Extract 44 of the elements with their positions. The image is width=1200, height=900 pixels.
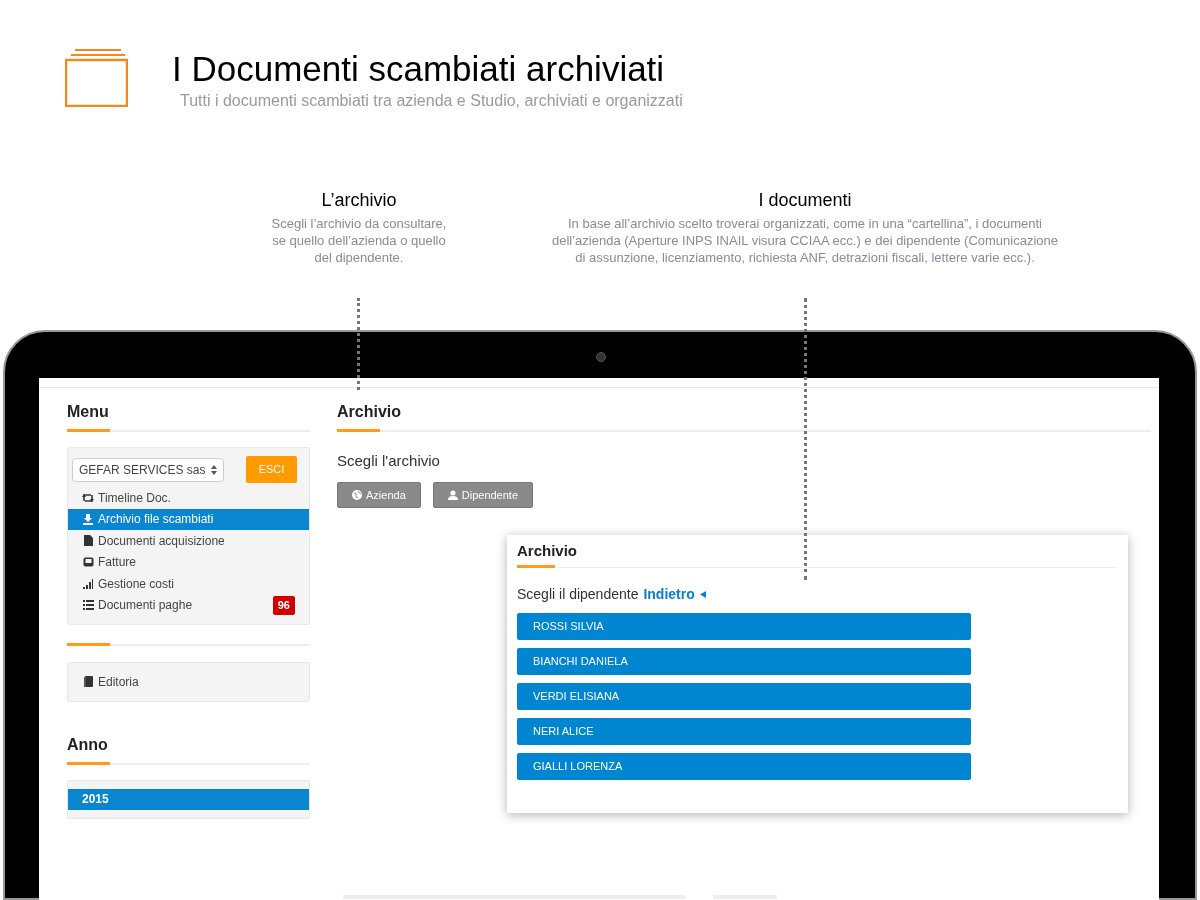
menu-item[interactable]: Fatture <box>68 551 309 573</box>
globe-icon <box>352 490 362 500</box>
section-title: Archivio <box>517 541 578 561</box>
count-badge: 96 <box>272 595 295 615</box>
employee-button[interactable]: ROSSI SILVIA <box>517 613 971 640</box>
menu-item[interactable]: Documenti paghe 96 <box>68 594 309 616</box>
section-title: Archivio <box>337 402 402 422</box>
section-title: Anno <box>67 734 109 755</box>
book-icon <box>82 675 94 688</box>
callout-text: In base all’archivio scelto troverai organizzati, come in una “cartellina”, i documenti dell’azienda (Aperture INPS INAIL visura CCIAA ecc.) e dei dipendente (Comunicazione di assunzione, licenziamento, richiesta ANF, detrazioni fiscali, lettere varie ecc.). <box>550 215 1060 266</box>
callout-title: L’archivio <box>321 189 397 212</box>
page-subtitle: Tutti i documenti scambiati tra azienda e Studio, archiviati e organizzati <box>180 91 683 111</box>
year-item[interactable]: 2015 <box>68 788 309 810</box>
page-title: I Documenti scambiati archiviati <box>172 48 666 90</box>
employee-button[interactable]: GIALLI LORENZA <box>517 753 971 780</box>
menu-item[interactable]: Gestione costi <box>68 573 309 595</box>
menu-item[interactable]: Archivio file scambiati <box>68 508 309 530</box>
callout-text: Scegli l’archivio da consultare, se quello dell’azienda o quello del dipendente. <box>270 215 448 266</box>
download-icon <box>82 513 94 526</box>
archive-button[interactable]: Dipendente <box>432 482 534 508</box>
prompt-text: Scegli il dipendente <box>517 585 639 603</box>
dropdown-caret-icon <box>211 464 217 475</box>
user-icon <box>447 490 458 500</box>
section-title: Menu <box>67 402 110 422</box>
camera-icon <box>596 352 606 362</box>
archive-button[interactable]: Azienda <box>337 482 421 508</box>
menu-item[interactable]: Documenti acquisizione <box>68 530 309 552</box>
menu-item[interactable]: Editoria <box>68 671 309 693</box>
triangle-left-icon <box>699 590 706 598</box>
repeat-icon <box>82 491 94 504</box>
inbox-icon <box>82 556 94 569</box>
logout-button[interactable]: ESCI <box>246 456 297 483</box>
list-icon <box>82 599 94 612</box>
back-link[interactable]: Indietro <box>643 585 706 603</box>
file-icon <box>82 534 94 547</box>
folder-icon <box>65 49 128 107</box>
employee-button[interactable]: VERDI ELISIANA <box>517 683 971 710</box>
prompt-text: Scegli l'archivio <box>337 451 441 471</box>
company-select[interactable]: GEFAR SERVICES sas <box>72 457 224 482</box>
employee-button[interactable]: BIANCHI DANIELA <box>517 648 971 675</box>
bar-chart-icon <box>82 577 94 590</box>
menu-item[interactable]: Timeline Doc. <box>68 487 309 509</box>
callout-title: I documenti <box>758 189 852 212</box>
employee-button[interactable]: NERI ALICE <box>517 718 971 745</box>
